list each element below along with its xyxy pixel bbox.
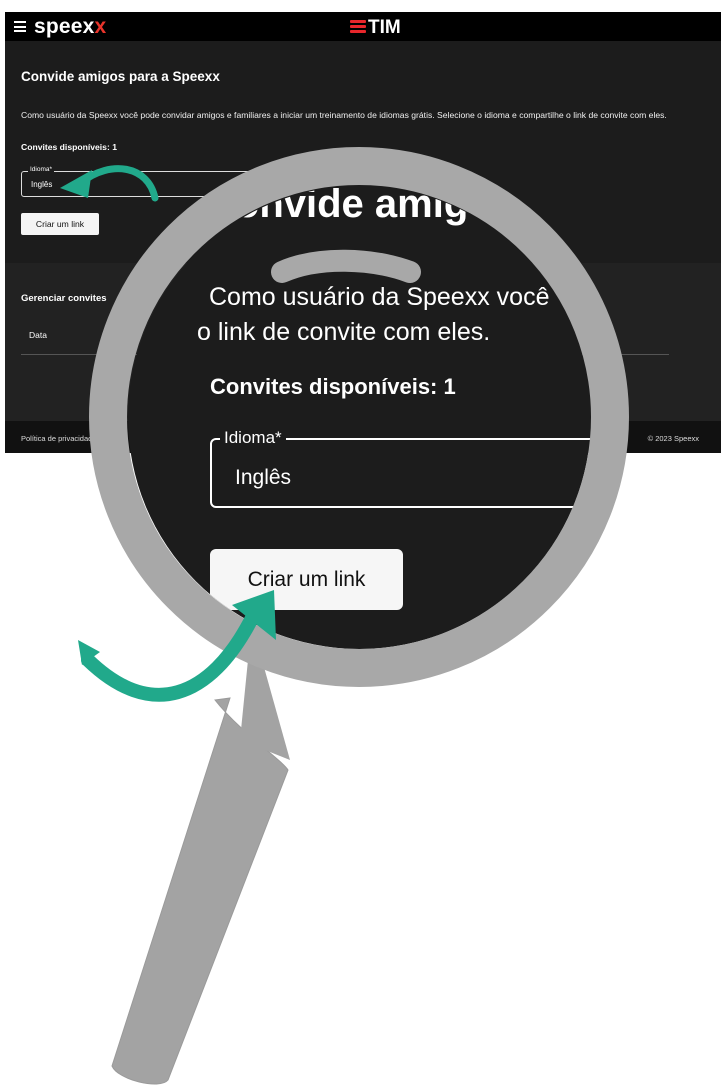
zoom-language-label: Idioma* [220,428,286,448]
tim-logo-icon [350,20,366,34]
zoom-language-value: Inglês [235,466,292,489]
zoom-create-link-button: Criar um link [210,549,403,610]
available-invites: Convites disponíveis: 1 [21,142,117,152]
zoom-description-line1: Como usuário da Speexx você [209,283,550,311]
zoom-description-line2: o link de convite com eles. [197,318,491,346]
copyright: © 2023 Speexx [647,434,699,443]
manage-title: Gerenciar convites [21,293,107,304]
menu-icon[interactable] [14,21,26,32]
speexx-logo[interactable]: speexx [34,15,106,39]
zoom-language-select: Idioma* Inglês [210,428,591,508]
column-date: Data [29,330,47,340]
brand-main: speex [34,15,95,38]
brand-accent: x [94,15,107,38]
language-label: Idioma* [28,166,55,173]
create-link-button[interactable]: Criar um link [21,213,99,235]
zoom-available-invites: Convites disponíveis: 1 [210,374,456,399]
page-title: Convide amigos para a Speexx [21,69,220,84]
zoom-title: Convide amigos [206,186,515,226]
tim-logo-text: TIM [368,17,401,38]
invite-description: Como usuário da Speexx você pode convida… [21,110,667,120]
top-bar: speexx TIM [5,12,721,41]
language-value: Inglês [31,180,53,189]
magnifier-lens: Convide amigos Como usuário da Speexx vo… [128,186,591,649]
privacy-policy-link[interactable]: Política de privacidade [21,434,96,443]
